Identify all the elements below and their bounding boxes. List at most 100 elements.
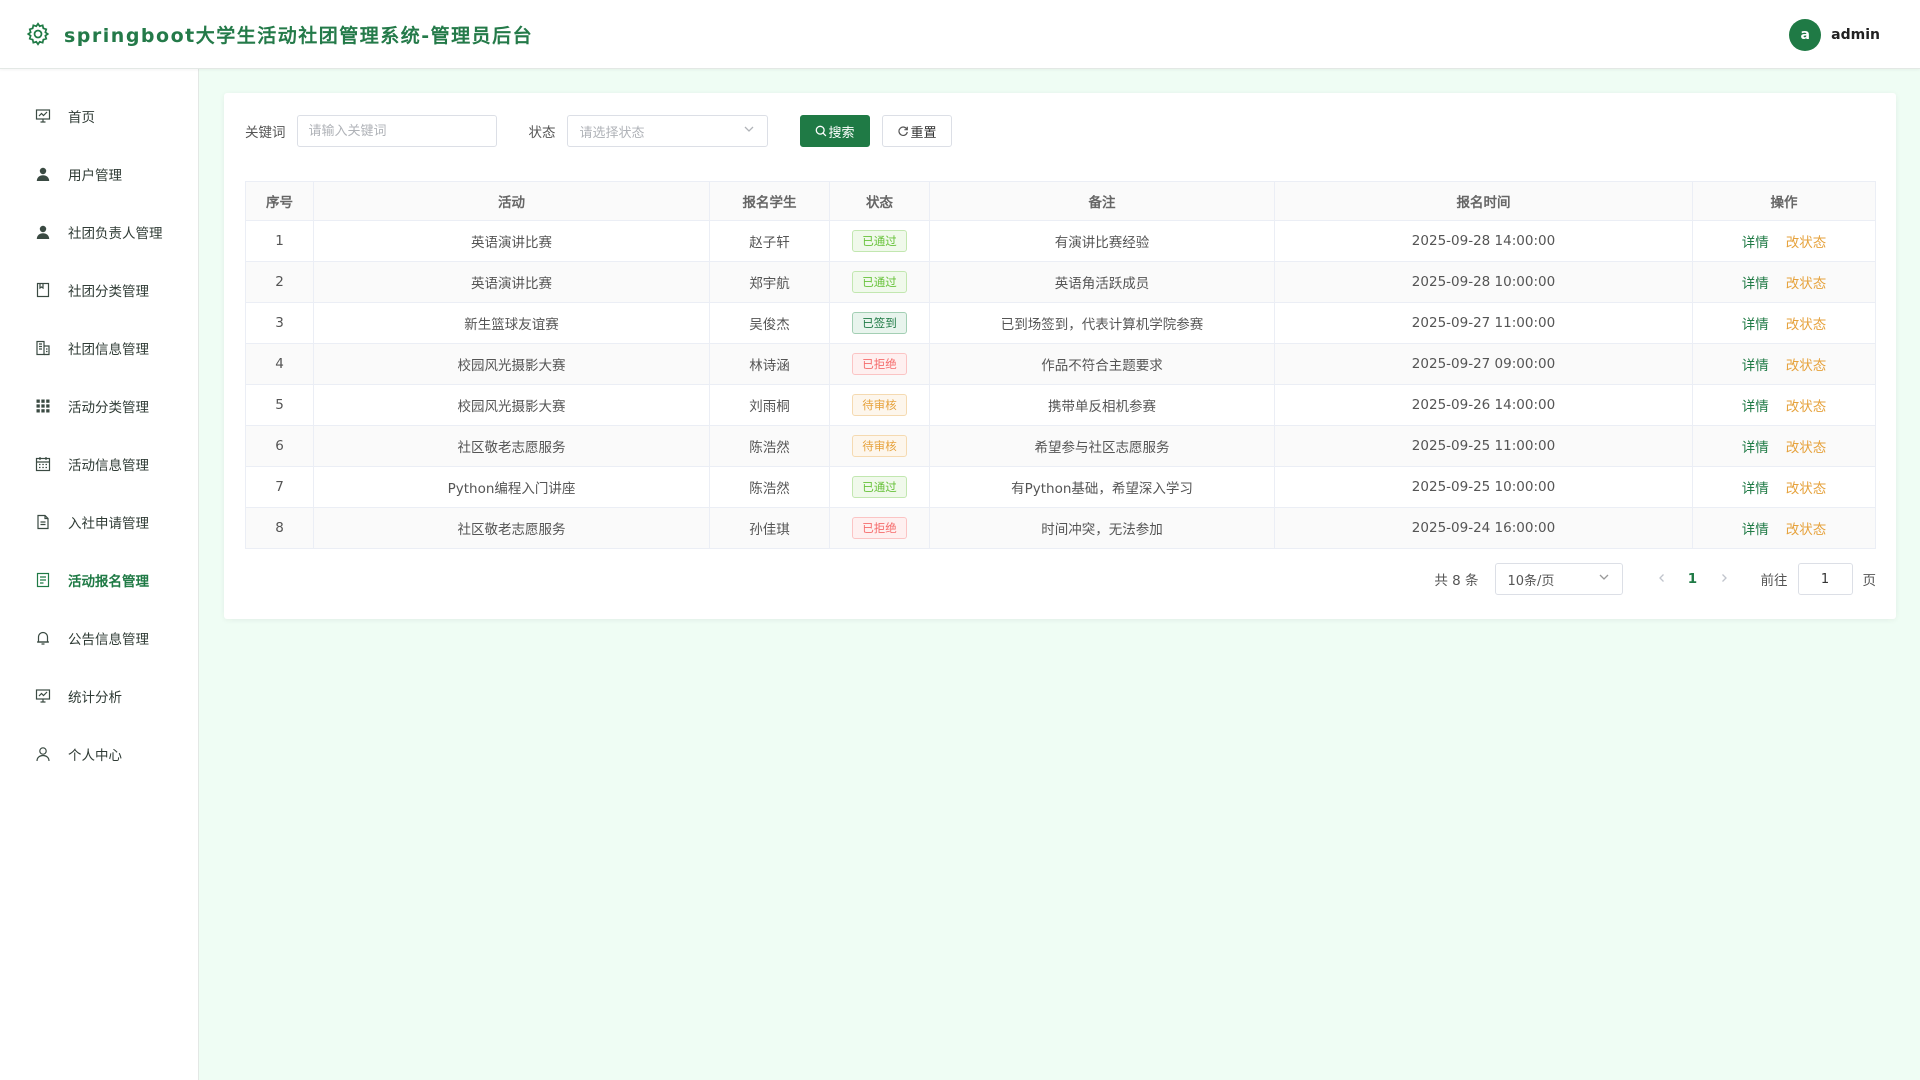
sidebar-item[interactable]: 用户管理 <box>0 145 198 203</box>
sidebar-item-label: 社团负责人管理 <box>68 226 163 242</box>
row-activity: 校园风光摄影大赛 <box>313 343 710 385</box>
detail-link[interactable]: 详情 <box>1742 399 1769 415</box>
status-select[interactable]: 请选择状态 <box>566 115 768 147</box>
row-status-cell: 已拒绝 <box>829 507 930 549</box>
chart-board-icon <box>34 107 52 125</box>
sidebar-item[interactable]: 首页 <box>0 87 198 145</box>
bell-icon <box>34 629 52 647</box>
sidebar-item[interactable]: 社团分类管理 <box>0 261 198 319</box>
sidebar-item[interactable]: 入社申请管理 <box>0 493 198 551</box>
change-status-link[interactable]: 改状态 <box>1786 358 1827 374</box>
notebook-icon <box>34 281 52 299</box>
status-badge: 已通过 <box>852 476 907 498</box>
chevron-right-icon <box>1721 574 1727 582</box>
status-badge: 已拒绝 <box>852 517 907 539</box>
change-status-link[interactable]: 改状态 <box>1786 235 1827 251</box>
user-filled-icon <box>34 165 52 183</box>
change-status-link[interactable]: 改状态 <box>1786 522 1827 538</box>
change-status-link[interactable]: 改状态 <box>1786 276 1827 292</box>
row-index: 5 <box>245 384 314 426</box>
row-activity: Python编程入门讲座 <box>313 466 710 508</box>
goto-page-input[interactable] <box>1797 563 1853 595</box>
reset-button[interactable]: 重置 <box>881 115 952 147</box>
table-row: 8 社区敬老志愿服务 孙佳琪 已拒绝 时间冲突，无法参加 2025-09-24 16:00… <box>245 507 1876 549</box>
total-count: 共 8 条 <box>1434 573 1479 589</box>
detail-link[interactable]: 详情 <box>1742 317 1769 333</box>
change-status-link[interactable]: 改状态 <box>1786 440 1827 456</box>
username[interactable]: admin <box>1831 27 1880 43</box>
column-header: 状态 <box>829 181 930 221</box>
detail-link[interactable]: 详情 <box>1742 358 1769 374</box>
sidebar-item-label: 社团信息管理 <box>68 342 149 358</box>
chevron-down-icon <box>743 123 755 139</box>
tickets-icon <box>34 571 52 589</box>
row-status-cell: 已通过 <box>829 261 930 303</box>
sidebar-item-label: 统计分析 <box>68 690 122 706</box>
row-time: 2025-09-26 14:00:00 <box>1274 384 1693 426</box>
row-remark: 有Python基础，希望深入学习 <box>929 466 1275 508</box>
chart-board-icon <box>34 687 52 705</box>
sidebar-item-label: 社团分类管理 <box>68 284 149 300</box>
page-size-select[interactable]: 10条/页 <box>1494 563 1623 595</box>
row-remark: 希望参与社区志愿服务 <box>929 425 1275 467</box>
sidebar-item[interactable]: 公告信息管理 <box>0 609 198 667</box>
next-page-button[interactable] <box>1709 571 1739 587</box>
page-size-value: 10条/页 <box>1507 573 1555 589</box>
detail-link[interactable]: 详情 <box>1742 522 1769 538</box>
status-badge: 待审核 <box>852 435 907 457</box>
row-index: 1 <box>245 220 314 262</box>
user-filled-icon <box>34 223 52 241</box>
sidebar-item[interactable]: 活动报名管理 <box>0 551 198 609</box>
search-bar: 关键词 状态 请选择状态 搜索 重置 <box>245 115 952 147</box>
status-badge: 已拒绝 <box>852 353 907 375</box>
sidebar-item[interactable]: 社团负责人管理 <box>0 203 198 261</box>
search-button[interactable]: 搜索 <box>799 115 870 147</box>
sidebar-item[interactable]: 个人中心 <box>0 725 198 783</box>
sidebar-menu: 首页 用户管理社团负责人管理 社团分类管理 社团信息管理 活动分类管理 活动信息管理 入社申… <box>0 69 198 783</box>
row-student: 刘雨桐 <box>709 384 830 426</box>
page-number[interactable]: 1 <box>1677 571 1709 587</box>
user-menu[interactable]: a admin <box>1789 0 1880 69</box>
refresh-icon <box>897 125 909 137</box>
row-remark: 携带单反相机参赛 <box>929 384 1275 426</box>
sidebar: 首页 用户管理社团负责人管理 社团分类管理 社团信息管理 活动分类管理 活动信息管理 入社申… <box>0 69 199 1080</box>
row-activity: 社区敬老志愿服务 <box>313 507 710 549</box>
row-time: 2025-09-24 16:00:00 <box>1274 507 1693 549</box>
prev-page-button[interactable] <box>1647 571 1677 587</box>
status-badge: 已通过 <box>852 271 907 293</box>
app-title: springboot大学生活动社团管理系统-管理员后台 <box>64 24 534 47</box>
sidebar-item-label: 活动分类管理 <box>68 400 149 416</box>
sidebar-item[interactable]: 统计分析 <box>0 667 198 725</box>
change-status-link[interactable]: 改状态 <box>1786 317 1827 333</box>
row-index: 8 <box>245 507 314 549</box>
detail-link[interactable]: 详情 <box>1742 440 1769 456</box>
row-status-cell: 已拒绝 <box>829 343 930 385</box>
sidebar-item-label: 入社申请管理 <box>68 516 149 532</box>
change-status-link[interactable]: 改状态 <box>1786 481 1827 497</box>
row-time: 2025-09-27 09:00:00 <box>1274 343 1693 385</box>
status-badge: 已通过 <box>852 230 907 252</box>
column-header: 操作 <box>1692 181 1876 221</box>
row-activity: 社区敬老志愿服务 <box>313 425 710 467</box>
sidebar-item[interactable]: 社团信息管理 <box>0 319 198 377</box>
detail-link[interactable]: 详情 <box>1742 481 1769 497</box>
keyword-input[interactable] <box>296 115 497 147</box>
sidebar-item-label: 活动信息管理 <box>68 458 149 474</box>
detail-link[interactable]: 详情 <box>1742 235 1769 251</box>
row-actions: 详情 改状态 <box>1692 220 1876 262</box>
row-status-cell: 待审核 <box>829 425 930 467</box>
row-actions: 详情 改状态 <box>1692 425 1876 467</box>
search-button-label: 搜索 <box>828 125 855 141</box>
row-time: 2025-09-28 14:00:00 <box>1274 220 1693 262</box>
sidebar-item[interactable]: 活动信息管理 <box>0 435 198 493</box>
row-student: 陈浩然 <box>709 425 830 467</box>
change-status-link[interactable]: 改状态 <box>1786 399 1827 415</box>
detail-link[interactable]: 详情 <box>1742 276 1769 292</box>
row-time: 2025-09-27 11:00:00 <box>1274 302 1693 344</box>
table-header-row: 序号 活动 报名学生 状态 备注 报名时间 操作 <box>245 181 1876 221</box>
avatar[interactable]: a <box>1789 18 1822 51</box>
row-activity: 英语演讲比赛 <box>313 220 710 262</box>
sidebar-item[interactable]: 活动分类管理 <box>0 377 198 435</box>
table-row: 3 新生篮球友谊赛 吴俊杰 已签到 已到场签到，代表计算机学院参赛 2025-09-27 … <box>245 302 1876 344</box>
column-header: 备注 <box>929 181 1275 221</box>
